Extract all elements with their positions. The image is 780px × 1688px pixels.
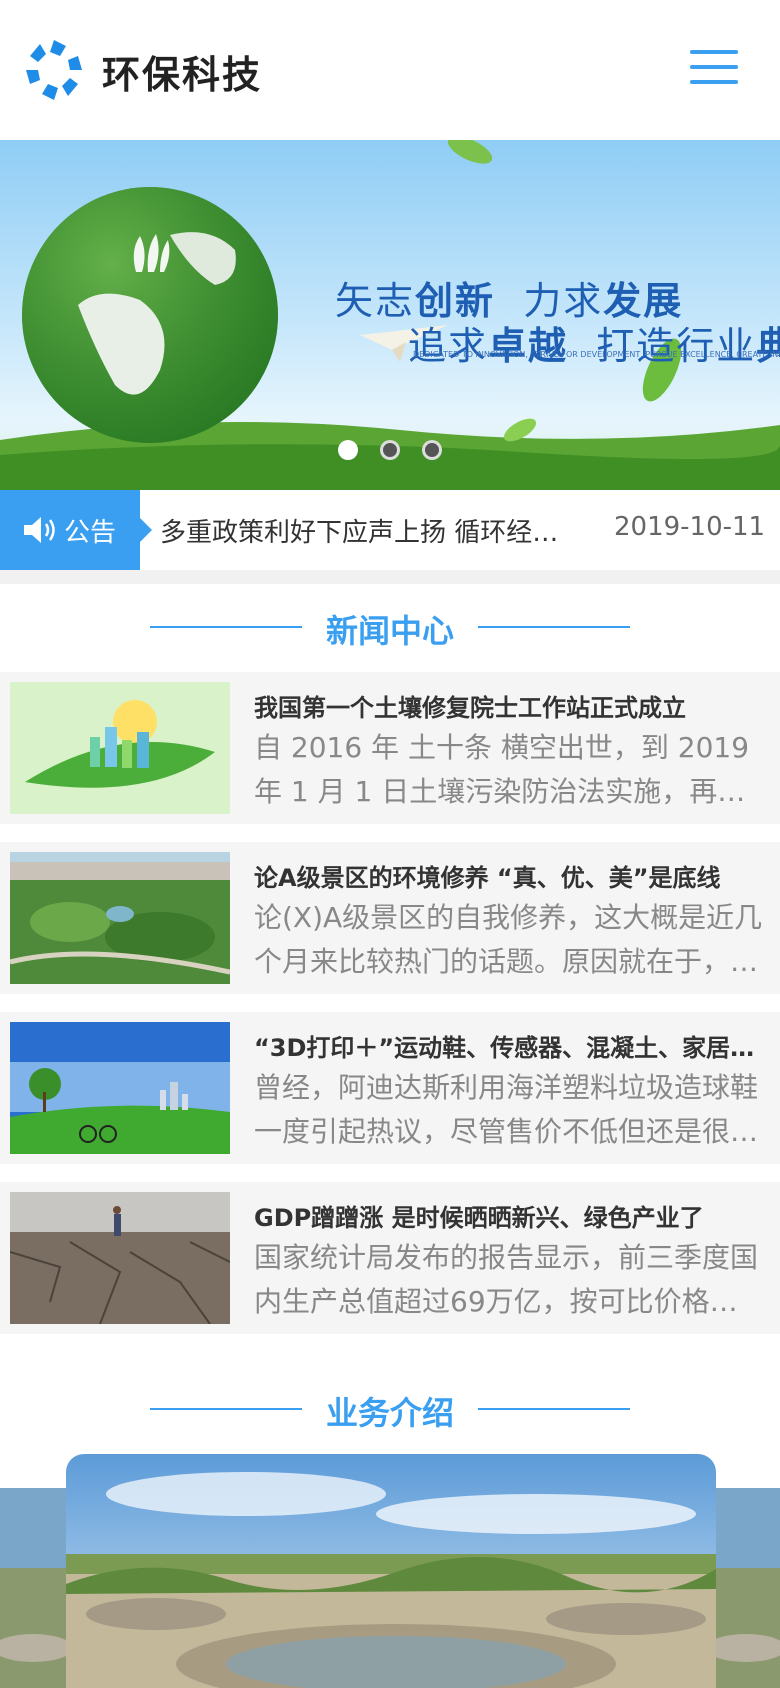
news-thumbnail — [10, 682, 230, 814]
news-section-title: 新闻中心 — [325, 612, 454, 650]
business-section-title: 业务介绍 — [325, 1394, 454, 1432]
notice-label: 公告 — [0, 490, 152, 570]
title-divider-right — [478, 626, 630, 628]
carousel-dots — [338, 440, 459, 460]
title-divider-right — [478, 1408, 630, 1410]
news-summary: 国家统计局发布的报告显示，前三季度国 内生产总值超过69万亿，按可比价格计算增长 — [254, 1241, 764, 1318]
news-item[interactable]: 我国第一个土壤修复院士工作站正式成立 自 2016 年 土十条 横空出世，到 2… — [0, 672, 780, 824]
news-thumbnail — [10, 852, 230, 984]
news-item[interactable]: 论A级景区的环境修养 “真、优、美”是底线 论(X)A级景区的自我修养，这大概是… — [0, 842, 780, 994]
news-thumbnail — [10, 1022, 230, 1154]
news-title[interactable]: GDP蹭蹭涨 是时候晒晒新兴、绿色产业了 — [254, 1198, 764, 1233]
business-slide-next[interactable] — [716, 1488, 780, 1688]
news-summary: 论(X)A级景区的自我修养，这大概是近几 个月来比较热门的话题。原因就在于，近期 — [254, 901, 764, 978]
banner-slogan-english: DEDICATED TO INNOVATION, STRIVE FOR DEVE… — [413, 350, 780, 359]
hero-banner[interactable]: 矢志创新 力求发展 追求卓越 打造行业典范 DEDICATED TO INNOV… — [0, 140, 780, 490]
recycle-logo-icon[interactable] — [20, 36, 88, 104]
carousel-dot-3[interactable] — [422, 440, 443, 460]
logo-text[interactable]: 环保科技 — [102, 44, 262, 99]
news-item[interactable]: GDP蹭蹭涨 是时候晒晒新兴、绿色产业了 国家统计局发布的报告显示，前三季度国 … — [0, 1182, 780, 1334]
notice-title-link[interactable]: 多重政策利好下应声上扬 循环经济产业迎来发展良机 — [160, 512, 580, 549]
news-item[interactable]: “3D打印＋”运动鞋、传感器、混凝土、家居用品 曾经，阿迪达斯利用海洋塑料垃圾造… — [0, 1012, 780, 1164]
news-summary: 曾经，阿迪达斯利用海洋塑料垃圾造球鞋 一度引起热议，尽管售价不低但还是很受欢迎 — [254, 1071, 764, 1148]
news-title[interactable]: 论A级景区的环境修养 “真、优、美”是底线 — [254, 858, 764, 893]
business-slide-prev[interactable] — [0, 1488, 66, 1688]
site-header: 环保科技 — [0, 0, 780, 140]
carousel-dot-2[interactable] — [380, 440, 401, 460]
news-title[interactable]: “3D打印＋”运动鞋、传感器、混凝土、家居用品 — [254, 1028, 764, 1063]
speaker-icon — [24, 517, 55, 543]
news-thumbnail — [10, 1192, 230, 1324]
news-title[interactable]: 我国第一个土壤修复院士工作站正式成立 — [254, 688, 764, 723]
news-summary: 自 2016 年 土十条 横空出世，到 2019 年 1 月 1 日土壤污染防治… — [254, 731, 764, 808]
business-slide[interactable] — [66, 1454, 716, 1688]
notice-date: 2019-10-11 — [614, 512, 766, 542]
carousel-dot-1[interactable] — [338, 440, 358, 460]
hamburger-menu-icon[interactable] — [690, 50, 738, 88]
notice-label-text: 公告 — [64, 518, 117, 548]
banner-slogan-line2: 追求卓越 打造行业典范 — [408, 324, 780, 368]
notice-bar: 公告 多重政策利好下应声上扬 循环经济产业迎来发展良机 2019-10-11 — [0, 490, 780, 570]
